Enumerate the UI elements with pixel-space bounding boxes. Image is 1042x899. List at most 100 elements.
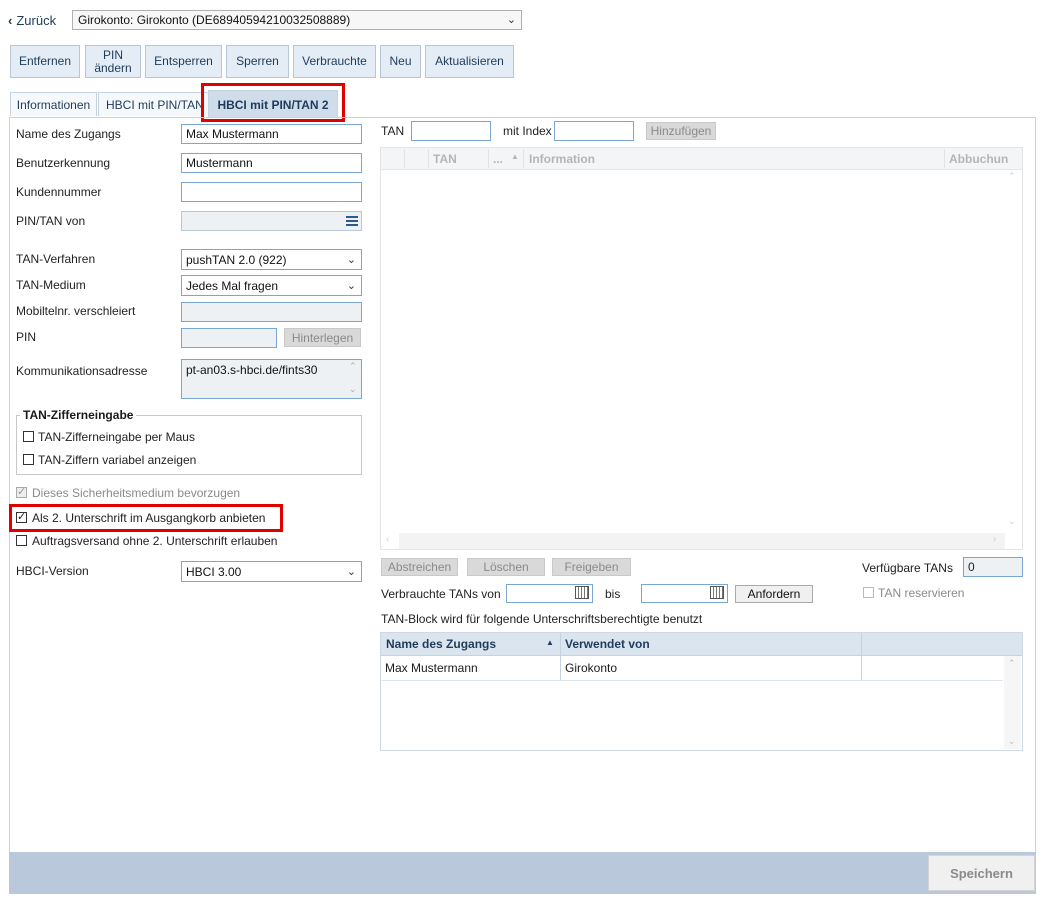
to-label: bis	[605, 587, 621, 601]
mobile-label: Mobiltelnr. verschleiert	[16, 304, 136, 318]
delete-label: Löschen	[483, 560, 529, 574]
cb-second-sig[interactable]	[16, 510, 27, 523]
comm-address-label: Kommunikationsadresse	[16, 364, 148, 378]
cb-variable-label: TAN-Ziffern variabel anzeigen	[38, 453, 197, 467]
comm-address-value: pt-an03.s-hbci.de/fints30	[186, 363, 318, 377]
footer-bar	[9, 852, 1036, 894]
cb-prefer-label: Dieses Sicherheitsmedium bevorzugen	[32, 486, 241, 500]
comm-address-field[interactable]: pt-an03.s-hbci.de/fints30	[181, 359, 362, 399]
scroll-right-icon[interactable]: ›	[993, 534, 996, 545]
tan-method-value: pushTAN 2.0 (922)	[186, 253, 287, 267]
chevron-down-icon: ⌄	[346, 280, 356, 292]
chevron-down-icon: ⌄	[506, 14, 516, 26]
col-booking[interactable]: Abbuchun	[949, 152, 1008, 166]
scroll-up-icon[interactable]: ⌃	[1008, 658, 1016, 669]
tan-list-table	[380, 147, 1023, 550]
refresh-label: Aktualisieren	[435, 54, 504, 68]
col-tan[interactable]: TAN	[433, 152, 457, 166]
tab-label: HBCI mit PIN/TAN	[106, 97, 204, 112]
save-label: Speichern	[950, 865, 1013, 881]
users-col-name[interactable]: Name des Zugangs	[386, 637, 496, 651]
tan-medium-label: TAN-Medium	[16, 278, 86, 292]
delete-button[interactable]: Löschen	[467, 558, 545, 576]
unlock-button[interactable]: Entsperren	[145, 45, 222, 78]
col-divider	[944, 149, 945, 168]
access-name-label: Name des Zugangs	[16, 127, 121, 141]
cb-mouse[interactable]	[23, 431, 34, 442]
available-label: Verfügbare TANs	[862, 561, 953, 575]
cb-mouse-label: TAN-Zifferneingabe per Maus	[38, 430, 195, 444]
cb-no-second[interactable]	[16, 535, 27, 546]
tan-method-select[interactable]: pushTAN 2.0 (922) ⌄	[181, 249, 362, 270]
group-title: TAN-Zifferneingabe	[20, 408, 137, 422]
reserve-label: TAN reservieren	[878, 586, 965, 600]
access-name-field[interactable]: Max Mustermann	[181, 124, 362, 144]
lock-label: Sperren	[236, 54, 279, 68]
pintan-from-field[interactable]	[181, 211, 362, 231]
list-icon[interactable]	[343, 212, 361, 230]
strike-button[interactable]: Abstreichen	[381, 558, 458, 576]
tan-medium-value: Jedes Mal fragen	[186, 279, 279, 293]
scroll-down-icon[interactable]: ⌄	[1008, 516, 1016, 527]
calendar-icon[interactable]	[710, 586, 724, 599]
release-button[interactable]: Freigeben	[552, 558, 631, 576]
tan-input[interactable]	[411, 121, 491, 141]
back-label: Zurück	[16, 12, 57, 28]
change-pin-label-1: PIN	[102, 47, 123, 62]
calendar-icon[interactable]	[575, 586, 589, 599]
scroll-up-icon[interactable]: ⌃	[1008, 171, 1016, 182]
request-button[interactable]: Anfordern	[735, 585, 813, 603]
tan-medium-select[interactable]: Jedes Mal fragen ⌄	[181, 275, 362, 296]
cb-no-second-label: Auftragsversand ohne 2. Unterschrift erl…	[32, 534, 278, 548]
account-select[interactable]: Girokonto: Girokonto (DE6894059421003250…	[72, 10, 522, 30]
col-divider	[523, 149, 524, 168]
chevron-left-icon: ‹	[8, 12, 13, 28]
tan-list-header	[381, 148, 1022, 170]
new-button[interactable]: Neu	[380, 45, 421, 78]
change-pin-button[interactable]: PIN ändern	[85, 45, 141, 78]
used-button[interactable]: Verbrauchte	[293, 45, 376, 78]
save-button[interactable]: Speichern	[928, 855, 1035, 891]
block-caption: TAN-Block wird für folgende Unterschrift…	[381, 612, 703, 626]
horizontal-scrollbar[interactable]	[399, 533, 1005, 549]
strike-label: Abstreichen	[387, 560, 452, 574]
lock-button[interactable]: Sperren	[226, 45, 289, 78]
cb-variable[interactable]	[23, 454, 34, 465]
available-value: 0	[963, 557, 1023, 577]
refresh-button[interactable]: Aktualisieren	[425, 45, 514, 78]
hbci-version-label: HBCI-Version	[16, 564, 89, 578]
index-input[interactable]	[554, 121, 634, 141]
tab-informationen[interactable]: Informationen	[10, 92, 97, 116]
remove-button[interactable]: Entfernen	[10, 45, 80, 78]
deposit-button[interactable]: Hinterlegen	[284, 328, 361, 347]
unlock-label: Entsperren	[154, 54, 213, 68]
col-info[interactable]: Information	[529, 152, 595, 166]
user-id-field[interactable]: Mustermann	[181, 153, 362, 173]
change-pin-label-2: ändern	[94, 60, 132, 75]
remove-label: Entfernen	[18, 54, 72, 68]
tan-method-label: TAN-Verfahren	[16, 252, 96, 266]
users-col-used-by[interactable]: Verwendet von	[565, 637, 650, 651]
col-divider	[488, 149, 489, 168]
used-from-label: Verbrauchte TANs von	[381, 587, 501, 601]
scroll-left-icon[interactable]: ‹	[386, 534, 389, 545]
pintan-from-label: PIN/TAN von	[16, 214, 86, 228]
customer-no-field[interactable]	[181, 182, 362, 202]
add-button[interactable]: Hinzufügen	[646, 122, 716, 140]
col-dots[interactable]: ...	[493, 152, 503, 166]
scroll-up-icon[interactable]: ⌃	[349, 361, 357, 372]
account-select-value: Girokonto: Girokonto (DE6894059421003250…	[78, 13, 351, 27]
tab-hbci-pintan[interactable]: HBCI mit PIN/TAN	[98, 92, 210, 116]
pin-field[interactable]	[181, 328, 277, 348]
sort-up-icon: ▲	[546, 638, 554, 647]
chevron-down-icon: ⌄	[346, 254, 356, 266]
request-label: Anfordern	[747, 586, 801, 601]
scroll-down-icon[interactable]: ⌄	[349, 384, 357, 395]
index-label: mit Index	[503, 124, 552, 138]
sort-up-icon: ▲	[511, 152, 519, 161]
scroll-down-icon[interactable]: ⌄	[1008, 736, 1016, 747]
customer-no-label: Kundennummer	[16, 185, 102, 199]
back-link[interactable]: ‹ Zurück	[8, 12, 56, 28]
hbci-version-select[interactable]: HBCI 3.00 ⌄	[181, 561, 362, 582]
cb-second-sig-label: Als 2. Unterschrift im Ausgangkorb anbie…	[32, 511, 266, 525]
